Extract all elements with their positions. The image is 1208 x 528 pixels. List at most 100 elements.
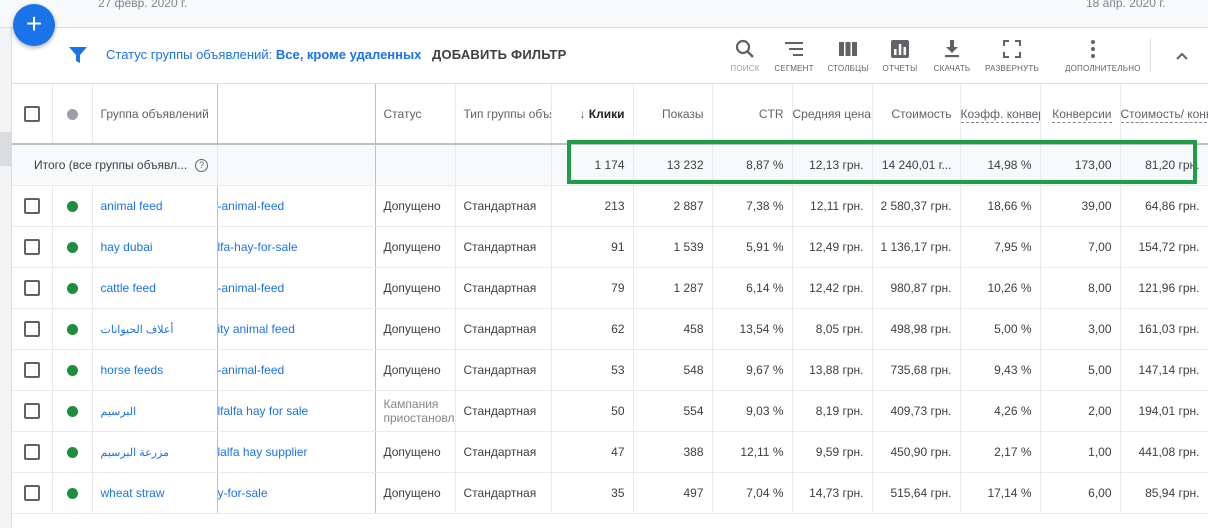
row-conversions: 39,00: [1040, 185, 1121, 227]
header-avg-cpc[interactable]: Средняя цена за клик: [792, 84, 873, 145]
row-select[interactable]: [12, 349, 53, 391]
adgroup-name[interactable]: animal feed: [92, 185, 218, 227]
adgroup-name[interactable]: cattle feed: [92, 267, 218, 309]
header-clicks[interactable]: ↓ Клики: [551, 84, 634, 145]
status-enabled-icon: [66, 405, 78, 417]
header-cost-per-conv[interactable]: Стоимость/ конв: [1120, 84, 1208, 145]
campaign-name[interactable]: -animal-feed: [217, 185, 376, 227]
row-select[interactable]: [12, 226, 53, 268]
left-gutter: [0, 28, 12, 528]
row-impressions: 497: [633, 472, 713, 514]
row-clicks: 213: [551, 185, 634, 227]
row-conv-rate: 7,95 %: [960, 226, 1041, 268]
header-cost[interactable]: Стоимость: [872, 84, 961, 145]
row-type: Стандартная: [455, 308, 552, 350]
tool-segment-label: СЕГМЕНТ: [774, 64, 814, 73]
header-status-dot: [52, 84, 93, 145]
row-cost-per-conv: 154,72 грн.: [1120, 226, 1208, 268]
tool-columns[interactable]: СТОЛБЦЫ: [820, 38, 876, 73]
adgroup-name[interactable]: wheat straw: [92, 472, 218, 514]
tool-search-label: ПОИСК: [730, 64, 760, 73]
row-status: Допущено: [375, 267, 456, 309]
status-dot-icon: [66, 108, 78, 120]
row-select[interactable]: [12, 472, 53, 514]
row-cost-per-conv: 161,03 грн.: [1120, 308, 1208, 350]
campaign-name[interactable]: lalfa hay supplier: [217, 431, 376, 473]
row-avg-cpc: 12,42 грн.: [792, 267, 873, 309]
campaign-name[interactable]: -animal-feed: [217, 349, 376, 391]
chevron-up-icon[interactable]: [1172, 46, 1192, 66]
header-type[interactable]: Тип группы объявлений: [455, 84, 552, 145]
row-checkbox[interactable]: [23, 402, 40, 419]
row-ctr: 7,38 %: [712, 185, 793, 227]
row-impressions: 548: [633, 349, 713, 391]
row-checkbox[interactable]: [23, 238, 40, 255]
row-ctr: 13,54 %: [712, 308, 793, 350]
row-checkbox[interactable]: [23, 484, 40, 501]
header-status[interactable]: Статус: [375, 84, 456, 145]
row-cost-per-conv: 441,08 грн.: [1120, 431, 1208, 473]
header-select-all[interactable]: [12, 84, 53, 145]
header-adgroup[interactable]: Группа объявлений: [92, 84, 218, 145]
filter-value: Все, кроме удаленных: [275, 47, 422, 62]
filter-prefix: Статус группы объявлений:: [106, 47, 273, 62]
row-select[interactable]: [12, 185, 53, 227]
tool-expand[interactable]: РАЗВЕРНУТЬ: [984, 38, 1040, 73]
row-status: Допущено: [375, 349, 456, 391]
filter-chip[interactable]: Статус группы объявлений: Все, кроме уда…: [106, 47, 421, 62]
adgroup-name[interactable]: hay dubai: [92, 226, 218, 268]
row-status-dot: [52, 472, 93, 514]
row-select[interactable]: [12, 308, 53, 350]
campaign-name[interactable]: -animal-feed: [217, 267, 376, 309]
row-conv-rate: 4,26 %: [960, 390, 1041, 432]
row-impressions: 554: [633, 390, 713, 432]
row-select[interactable]: [12, 267, 53, 309]
help-icon[interactable]: ?: [195, 158, 209, 172]
header-conversions[interactable]: Конверсии: [1040, 84, 1121, 145]
campaign-name[interactable]: lfalfa hay for sale: [217, 390, 376, 432]
total-type: [455, 144, 552, 186]
row-conv-rate: 5,00 %: [960, 308, 1041, 350]
adgroup-name[interactable]: أعلاف الحيوانات: [92, 308, 218, 350]
row-avg-cpc: 9,59 грн.: [792, 431, 873, 473]
campaign-name[interactable]: lfa-hay-for-sale: [217, 226, 376, 268]
row-checkbox[interactable]: [23, 361, 40, 378]
header-ctr[interactable]: CTR: [712, 84, 793, 145]
add-filter-button[interactable]: ДОБАВИТЬ ФИЛЬТР: [432, 47, 566, 62]
row-status: Кампания приостановл: [375, 390, 456, 432]
total-campaign: [217, 144, 376, 186]
row-status: Допущено: [375, 226, 456, 268]
row-checkbox[interactable]: [23, 320, 40, 337]
tool-more[interactable]: ДОПОЛНИТЕЛЬНО: [1065, 38, 1140, 73]
row-status-dot: [52, 431, 93, 473]
row-type: Стандартная: [455, 390, 552, 432]
row-cost: 498,98 грн.: [872, 308, 961, 350]
campaign-name[interactable]: y-for-sale: [217, 472, 376, 514]
filter-icon[interactable]: [68, 46, 88, 64]
tool-segment[interactable]: СЕГМЕНТ: [766, 38, 822, 73]
select-all-checkbox[interactable]: [23, 105, 40, 122]
status-enabled-icon: [66, 487, 78, 499]
row-checkbox[interactable]: [23, 443, 40, 460]
table-row: البرسيم lfalfa hay for sale Кампания при…: [12, 390, 1208, 432]
campaign-name[interactable]: ity animal feed: [217, 308, 376, 350]
add-button[interactable]: +: [13, 4, 55, 46]
row-checkbox[interactable]: [23, 279, 40, 296]
adgroup-name[interactable]: مزرعة البرسيم: [92, 431, 218, 473]
status-enabled-icon: [66, 364, 78, 376]
adgroup-name[interactable]: horse feeds: [92, 349, 218, 391]
header-impressions[interactable]: Показы: [633, 84, 713, 145]
table-toolbar: Статус группы объявлений: Все, кроме уда…: [12, 28, 1208, 84]
row-cost: 735,68 грн.: [872, 349, 961, 391]
row-select[interactable]: [12, 431, 53, 473]
tool-search[interactable]: ПОИСК: [717, 38, 773, 73]
header-conv-rate[interactable]: Коэфф. конверсии: [960, 84, 1041, 145]
search-icon: [735, 39, 754, 58]
row-checkbox[interactable]: [23, 197, 40, 214]
tool-download[interactable]: СКАЧАТЬ: [924, 38, 980, 73]
row-select[interactable]: [12, 390, 53, 432]
adgroup-name[interactable]: البرسيم: [92, 390, 218, 432]
tool-reports[interactable]: ОТЧЕТЫ: [872, 38, 928, 73]
status-enabled-icon: [66, 323, 78, 335]
row-conv-rate: 9,43 %: [960, 349, 1041, 391]
